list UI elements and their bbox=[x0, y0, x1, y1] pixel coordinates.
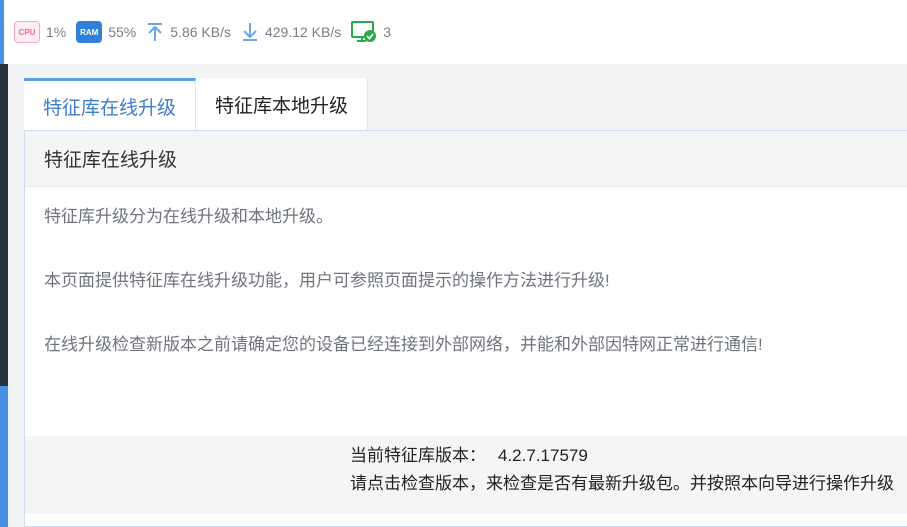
cpu-usage: CPU 1% bbox=[14, 21, 66, 43]
current-version-line: 当前特征库版本： 4.2.7.17579 bbox=[350, 442, 907, 470]
description-paragraph: 特征库升级分为在线升级和本地升级。 bbox=[44, 207, 333, 226]
panel-title: 特征库在线升级 bbox=[25, 131, 907, 187]
cpu-usage-value: 1% bbox=[46, 24, 67, 40]
monitor-check-icon bbox=[351, 21, 377, 43]
panel-description: 特征库升级分为在线升级和本地升级。 本页面提供特征库在线升级功能，用户可参照页面… bbox=[25, 187, 907, 356]
upload-arrow-icon bbox=[146, 22, 164, 42]
status-bar: CPU 1% RAM 55% 5.86 KB/s 429.12 KB/s 3 bbox=[0, 0, 907, 64]
tab-bar: 特征库在线升级 特征库本地升级 bbox=[24, 78, 369, 131]
version-info-box: 当前特征库版本： 4.2.7.17579 请点击检查版本，来检查是否有最新升级包。… bbox=[25, 436, 907, 514]
cpu-icon: CPU bbox=[14, 21, 40, 43]
current-version-value: 4.2.7.17579 bbox=[498, 446, 588, 465]
ram-usage: RAM 55% bbox=[76, 21, 136, 43]
description-paragraph: 本页面提供特征库在线升级功能，用户可参照页面提示的操作方法进行升级! bbox=[44, 271, 610, 290]
check-version-hint: 请点击检查版本，来检查是否有最新升级包。并按照本向导进行操作升级 bbox=[350, 474, 894, 493]
upload-speed: 5.86 KB/s bbox=[146, 22, 231, 42]
current-version-label: 当前特征库版本： bbox=[350, 446, 486, 465]
ram-icon: RAM bbox=[76, 21, 103, 43]
download-speed-value: 429.12 KB/s bbox=[264, 24, 342, 40]
upload-speed-value: 5.86 KB/s bbox=[170, 24, 231, 40]
online-devices-count: 3 bbox=[383, 24, 392, 40]
download-arrow-icon bbox=[241, 22, 259, 42]
sidebar-edge bbox=[0, 64, 8, 527]
download-speed: 429.12 KB/s bbox=[241, 22, 341, 42]
online-devices: 3 bbox=[351, 21, 391, 43]
online-upgrade-panel: 特征库在线升级 特征库升级分为在线升级和本地升级。 本页面提供特征库在线升级功能… bbox=[24, 130, 907, 527]
sidebar-scroll-thumb[interactable] bbox=[0, 386, 8, 527]
description-paragraph: 在线升级检查新版本之前请确定您的设备已经连接到外部网络，并能和外部因特网正常进行… bbox=[44, 335, 763, 354]
ram-usage-value: 55% bbox=[108, 24, 137, 40]
tab-local-upgrade[interactable]: 特征库本地升级 bbox=[196, 78, 369, 131]
tab-online-upgrade[interactable]: 特征库在线升级 bbox=[24, 78, 197, 131]
